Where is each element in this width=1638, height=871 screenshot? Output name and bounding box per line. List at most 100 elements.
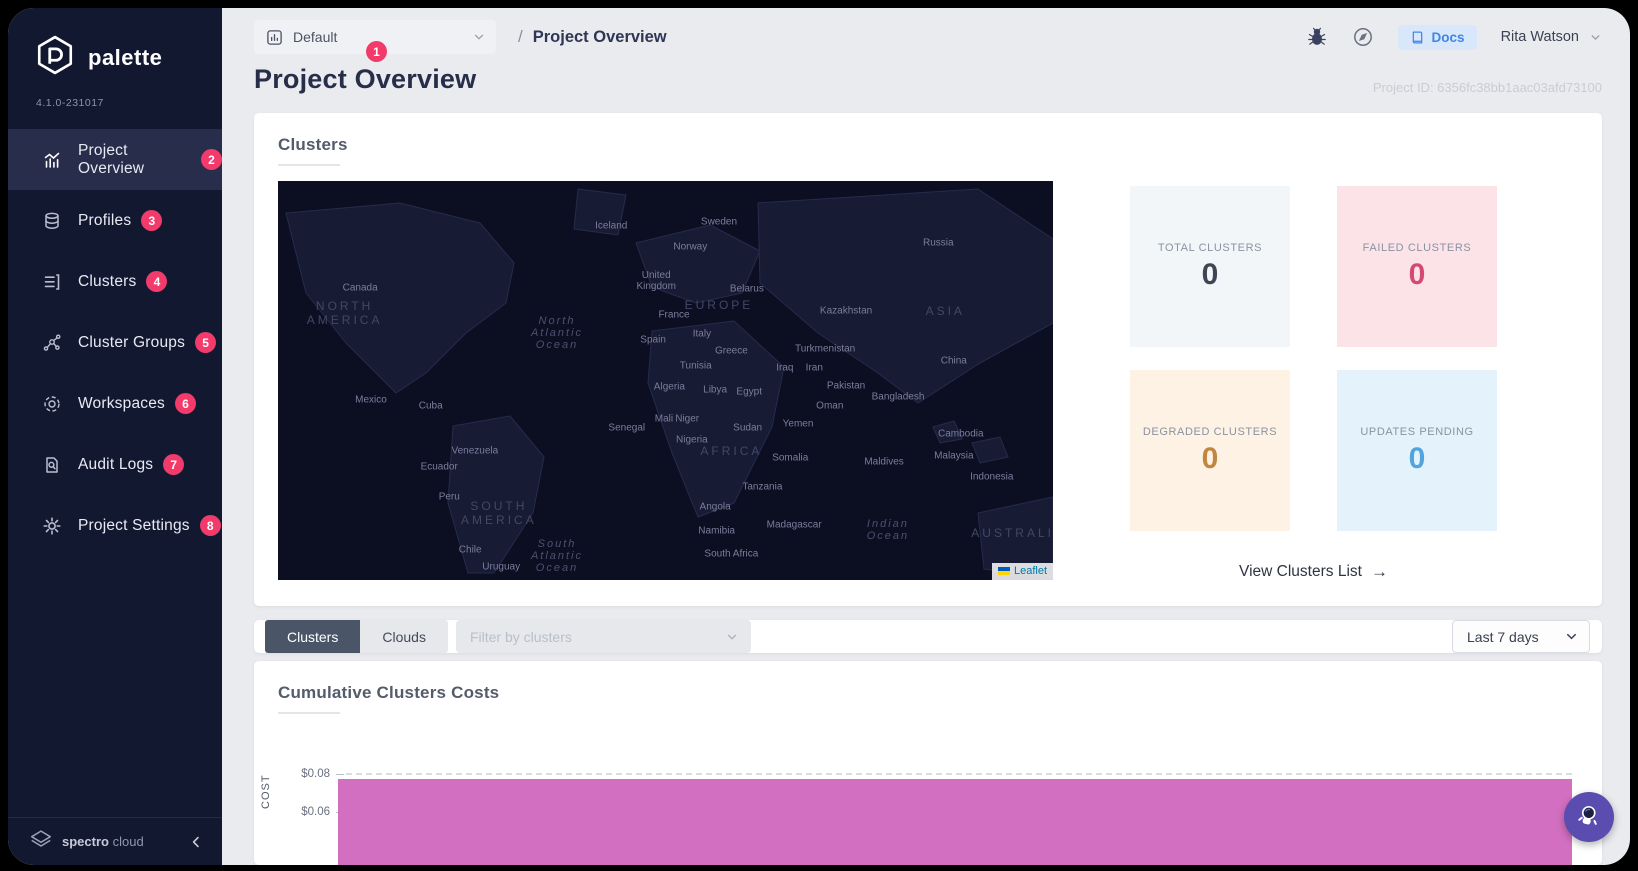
dashed-gridline [346, 773, 1572, 776]
time-range-value: Last 7 days [1467, 628, 1539, 645]
sidebar-item-label: Project Overview [78, 141, 145, 177]
app-name: palette [88, 44, 163, 70]
sidebar-item-label: Cluster Groups [78, 333, 186, 351]
astronaut-icon [1576, 803, 1602, 832]
map-landmass [285, 188, 1053, 578]
stat-label: TOTAL CLUSTERS [1157, 241, 1263, 254]
breadcrumb: / Project Overview [518, 27, 667, 47]
tour-badge-6: 6 [175, 393, 196, 414]
clusters-world-map[interactable]: Iceland Sweden Norway Russia Canada United Ki… [278, 181, 1053, 581]
user-name: Rita Watson [1500, 29, 1579, 46]
stat-label: FAILED CLUSTERS [1362, 241, 1472, 254]
servers-icon [42, 272, 62, 292]
clusters-card-title: Clusters [278, 135, 348, 155]
docs-button[interactable]: Docs [1397, 24, 1477, 50]
chart-y-axis-label: COST [260, 774, 272, 810]
chevron-down-icon [1564, 629, 1579, 644]
stat-failed-clusters: FAILED CLUSTERS 0 [1337, 186, 1497, 348]
app-version: 4.1.0-231017 [36, 97, 104, 109]
palette-logo-icon [34, 34, 76, 81]
spectro-cloud-logo-icon [28, 827, 54, 856]
heading-rule [278, 712, 340, 715]
tour-badge-1: 1 [366, 41, 387, 63]
main-area: Default 1 / Project Overview Docs Rita W… [222, 8, 1630, 865]
book-icon [1410, 30, 1425, 45]
stat-value: 0 [1201, 441, 1219, 475]
tour-badge-3: 3 [141, 210, 163, 231]
topbar: Default 1 / Project Overview Docs Rita W… [254, 18, 1602, 63]
sidebar-footer: spectro cloud [8, 817, 222, 865]
chevron-down-icon [1589, 31, 1602, 44]
stat-label: DEGRADED CLUSTERS [1142, 425, 1278, 438]
y-tick-mark [336, 774, 344, 776]
topbar-actions: Docs Rita Watson [1306, 24, 1602, 50]
ukraine-flag-icon [997, 567, 1010, 576]
filter-bar: Clusters Clouds Filter by clusters Last … [254, 620, 1602, 654]
tab-clusters[interactable]: Clusters [265, 620, 361, 654]
orbit-icon [42, 394, 62, 414]
arrow-right-icon: → [1370, 562, 1388, 582]
project-id: Project ID: 6356fc38bb1aac03afd73100 [1372, 80, 1602, 96]
user-menu[interactable]: Rita Watson [1501, 29, 1602, 45]
cumulative-costs-card: Cumulative Clusters Costs COST $0.08 $0.… [254, 661, 1602, 865]
breadcrumb-current[interactable]: Project Overview [533, 28, 667, 47]
chart-title: Cumulative Clusters Costs [278, 683, 500, 703]
cluster-stats: TOTAL CLUSTERS 0 FAILED CLUSTERS 0 DEGRA… [1053, 181, 1574, 582]
app-logo: palette [8, 8, 222, 87]
bar-chart-icon [266, 29, 283, 46]
stat-value: 0 [1408, 257, 1426, 291]
project-selector-value: Default [293, 29, 338, 46]
sidebar-nav: Project Overview 2 Profiles 3 Clusters 4… [8, 129, 222, 556]
sidebar-item-clusters[interactable]: Clusters 4 [8, 251, 222, 312]
y-tick-006: $0.06 [301, 806, 330, 819]
chart-icon [42, 150, 62, 170]
page-header: Project Overview Project ID: 6356fc38bb1… [254, 64, 1602, 95]
heading-rule [278, 164, 340, 167]
tour-badge-2: 2 [201, 149, 222, 170]
sidebar: palette 4.1.0-231017 Project Overview 2 [8, 8, 222, 865]
sidebar-item-label: Clusters [78, 272, 137, 290]
spectro-cloud-brand: spectro cloud [62, 834, 144, 849]
sidebar-item-profiles[interactable]: Profiles 3 [8, 190, 222, 251]
nodes-icon [42, 333, 62, 353]
chevron-down-icon [725, 630, 739, 644]
sidebar-item-label: Audit Logs [78, 455, 154, 473]
docs-label: Docs [1431, 29, 1465, 45]
bug-icon[interactable] [1306, 26, 1328, 48]
sidebar-item-audit-logs[interactable]: Audit Logs 7 [8, 434, 222, 495]
sidebar-item-label: Workspaces [78, 394, 165, 412]
gear-icon [42, 516, 62, 536]
chevron-down-icon [472, 30, 486, 44]
tour-badge-5: 5 [195, 332, 217, 353]
stat-updates-pending: UPDATES PENDING 0 [1337, 370, 1497, 532]
chevron-left-icon[interactable] [188, 834, 204, 850]
view-clusters-list-link[interactable]: View Clusters List → [1239, 562, 1388, 582]
filter-by-clusters-select[interactable]: Filter by clusters [455, 620, 751, 654]
stat-value: 0 [1201, 257, 1219, 291]
filter-placeholder: Filter by clusters [469, 628, 572, 645]
time-range-select[interactable]: Last 7 days [1452, 620, 1590, 654]
y-tick-008: $0.08 [301, 768, 330, 781]
layers-icon [42, 211, 62, 231]
doc-search-icon [42, 455, 62, 475]
sidebar-item-label: Project Settings [78, 516, 190, 534]
tab-clouds[interactable]: Clouds [360, 620, 448, 654]
tour-badge-7: 7 [163, 454, 185, 475]
sidebar-item-workspaces[interactable]: Workspaces 6 [8, 373, 222, 434]
app-window: palette 4.1.0-231017 Project Overview 2 [8, 8, 1630, 865]
sidebar-item-project-settings[interactable]: Project Settings 8 [8, 495, 222, 556]
map-attribution[interactable]: Leaflet [991, 563, 1053, 581]
compass-icon[interactable] [1352, 26, 1374, 48]
stat-degraded-clusters: DEGRADED CLUSTERS 0 [1130, 370, 1290, 532]
chart-area-series [338, 779, 1572, 865]
tour-badge-4: 4 [146, 271, 168, 292]
stat-value: 0 [1408, 441, 1426, 475]
sidebar-item-project-overview[interactable]: Project Overview 2 [8, 129, 222, 190]
sidebar-item-cluster-groups[interactable]: Cluster Groups 5 [8, 312, 222, 373]
help-bot-fab[interactable] [1564, 792, 1614, 842]
breadcrumb-separator: / [518, 27, 523, 47]
project-selector[interactable]: Default 1 [254, 20, 496, 63]
page-title: Project Overview [254, 64, 477, 95]
clusters-card: Clusters Iceland Sweden Norway Russia Ca… [254, 113, 1602, 607]
tour-badge-8: 8 [199, 515, 221, 536]
